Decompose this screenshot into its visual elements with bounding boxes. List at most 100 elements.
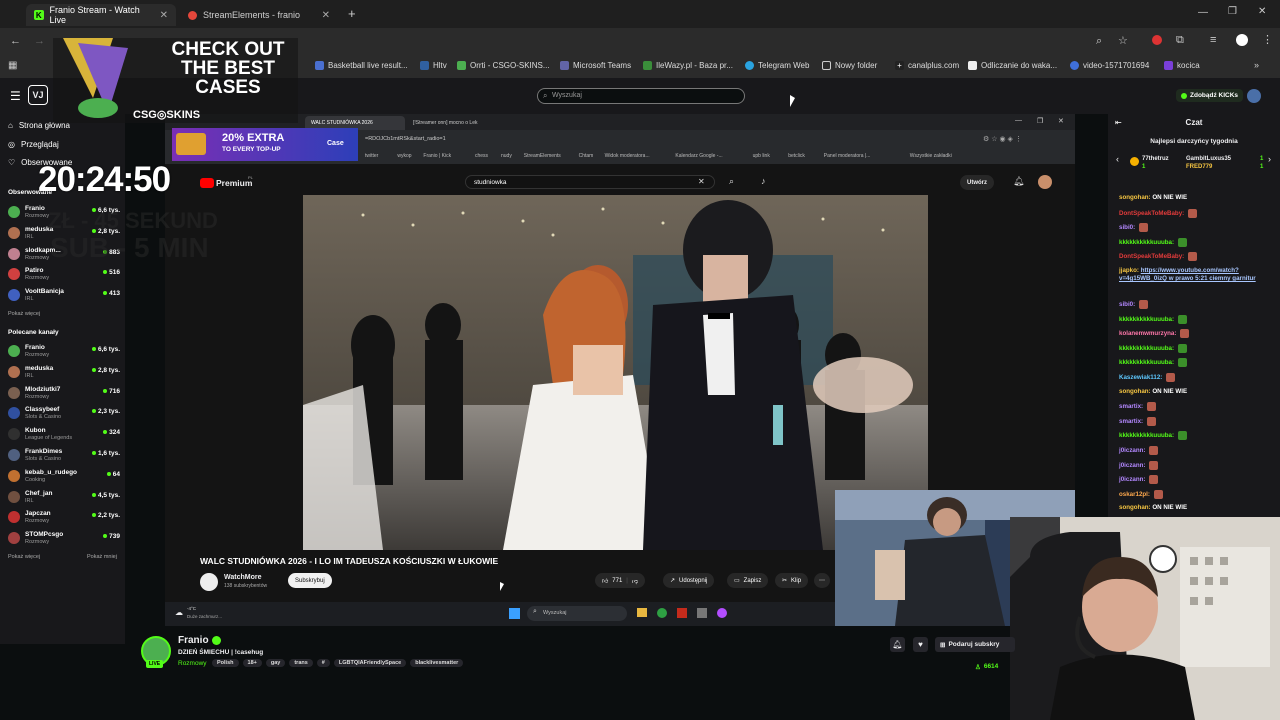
chat-username[interactable]: oskar12pl:	[1119, 491, 1150, 498]
sidebar-channel-item[interactable]: Japczan Rozmowy 2,2 tys.	[8, 509, 120, 527]
show-more-link[interactable]: Pokaż więcej	[8, 554, 40, 560]
tab-streamelements[interactable]: StreamElements - franio ✕	[180, 4, 338, 26]
extensions-puzzle-icon[interactable]: ⧉	[1176, 34, 1184, 47]
chat-username[interactable]: sibi0:	[1119, 301, 1135, 308]
stream-tag[interactable]: 18+	[242, 659, 262, 667]
follow-heart-button[interactable]: ♥	[913, 637, 928, 652]
notification-bell-button[interactable]: 🔔︎	[890, 637, 905, 652]
menu-dots-icon[interactable]: ⋮	[1262, 33, 1273, 46]
bookmark-item[interactable]: Telegram Web	[745, 61, 809, 70]
bookmark-star-icon[interactable]: ☆	[1118, 34, 1128, 47]
channel-name: FrankDimes	[25, 448, 63, 455]
chat-username[interactable]: songohan:	[1119, 388, 1151, 395]
hamburger-menu-icon[interactable]: ☰	[10, 89, 21, 103]
stream-tag[interactable]: gay	[265, 659, 286, 667]
chevron-left-icon[interactable]: ‹	[1116, 154, 1119, 164]
channel-avatar	[8, 289, 20, 302]
channel-avatar	[8, 247, 20, 260]
chat-username[interactable]: Kaszewiak112:	[1119, 374, 1162, 381]
sidebar-channel-item[interactable]: Mlodziutki7 Rozmowy 716	[8, 385, 120, 403]
apps-grid-icon[interactable]: ▦	[8, 60, 17, 71]
close-tab-icon[interactable]: ✕	[322, 10, 330, 21]
bookmark-item[interactable]: Orrti - CSGO-SKINS...	[457, 61, 550, 70]
bookmark-item[interactable]: IleWazy.pl - Baza pr...	[643, 61, 733, 70]
channel-name: Classybeef	[25, 406, 60, 414]
inner-url: =RDOJCb1mtRSk&start_radio=1	[365, 136, 446, 142]
inner-tab-2: [!Streamer onn] mocno o Lek	[413, 120, 478, 126]
close-window-icon[interactable]: ✕	[1258, 6, 1266, 17]
bookmark-item[interactable]: video-1571701694	[1070, 61, 1149, 70]
tab-franio-stream[interactable]: K Franio Stream - Watch Live ✕	[26, 4, 176, 26]
chat-username[interactable]: kkkkkkkkkkuuuba:	[1119, 345, 1174, 352]
extension-icon[interactable]	[1152, 35, 1162, 45]
chat-username[interactable]: kkkkkkkkkkuuuba:	[1119, 433, 1174, 440]
sidebar-channel-item[interactable]: Chef_jan IRL 4,5 tys.	[8, 489, 120, 507]
bookmark-item[interactable]: + canalplus.com	[895, 61, 959, 70]
chevron-right-icon[interactable]: ›	[1268, 154, 1271, 164]
sidebar-channel-item[interactable]: kebab_u_rudego Cooking 64	[8, 468, 120, 486]
stream-category[interactable]: Rozmowy	[178, 660, 207, 667]
minimize-window-icon[interactable]: —	[1198, 7, 1208, 18]
bookmark-item[interactable]: Nowy folder	[822, 61, 877, 70]
user-avatar[interactable]	[1247, 89, 1261, 103]
nav-browse[interactable]: ◎ Przeglądaj	[8, 140, 59, 149]
channel-name: Chef_jan	[25, 489, 53, 497]
forward-arrow-icon[interactable]: →	[34, 35, 45, 47]
zoom-icon[interactable]: ⌕	[1096, 35, 1102, 48]
thumbs-down-icon: 👎︎	[631, 578, 638, 585]
chat-username[interactable]: kkkkkkkkkkuuuba:	[1119, 316, 1174, 323]
chat-username[interactable]: DontSpeakToMeBaby:	[1119, 254, 1184, 261]
bookmark-item[interactable]: kocica	[1164, 61, 1200, 70]
chat-username[interactable]: j0iczann:	[1119, 447, 1145, 454]
chat-username[interactable]: smartix:	[1119, 418, 1143, 425]
bookmark-item[interactable]: Hltv	[420, 61, 447, 70]
kick-logo-icon[interactable]: VJ	[28, 85, 48, 105]
gift-subscription-button[interactable]: ⊞ Podaruj subskry	[935, 637, 1015, 652]
more-bookmarks-icon[interactable]: »	[1254, 60, 1259, 70]
media-icon[interactable]: ≡	[1210, 34, 1216, 46]
chat-username[interactable]: sibi0:	[1119, 224, 1135, 231]
chat-username[interactable]: j0iczann:	[1119, 476, 1145, 483]
chat-username[interactable]: j0iczann:	[1119, 462, 1145, 469]
sidebar-channel-item[interactable]: FrankDimes Slots & Casino 1,6 tys.	[8, 447, 120, 465]
chat-username[interactable]: smartix:	[1119, 403, 1143, 410]
chat-username[interactable]: kkkkkkkkkkuuuba:	[1119, 360, 1174, 367]
back-arrow-icon[interactable]: ←	[10, 35, 21, 47]
sidebar-channel-item[interactable]: Patiro Rozmowy 516	[8, 266, 120, 284]
chat-username[interactable]: kolanemwmurzyna:	[1119, 330, 1176, 337]
chat-username[interactable]: songohan:	[1119, 504, 1151, 511]
stream-tag[interactable]: blacklivesmatter	[410, 659, 464, 667]
stream-tag[interactable]: trans	[289, 659, 313, 667]
sidebar-channel-item[interactable]: meduska IRL 2,8 tys.	[8, 364, 120, 382]
new-tab-button[interactable]: +	[348, 6, 356, 21]
youtube-subscribe-button: Subskrybuj	[288, 573, 332, 588]
show-more-link[interactable]: Pokaż więcej	[8, 311, 40, 317]
profile-avatar[interactable]	[1236, 34, 1248, 46]
stream-tag[interactable]: #	[316, 659, 330, 667]
channel-name: VooltBanicja	[25, 288, 64, 296]
close-tab-icon[interactable]: ✕	[160, 10, 168, 21]
sidebar-channel-item[interactable]: Kubon League of Legends 324	[8, 426, 120, 444]
chat-username[interactable]: songohan:	[1119, 194, 1151, 201]
sidebar-channel-item[interactable]: STOMPcsgo Rozmowy 739	[8, 530, 120, 548]
get-kicks-button[interactable]: Zdobądź KICKs	[1176, 89, 1244, 102]
sidebar-channel-item[interactable]: VooltBanicja IRL 413	[8, 287, 120, 305]
chat-username[interactable]: kkkkkkkkkkuuuba:	[1119, 239, 1174, 246]
chat-message: kolanemwmurzyna:	[1119, 329, 1279, 339]
bookmark-item[interactable]: Basketball live result...	[315, 61, 408, 70]
sidebar-channel-item[interactable]: Classybeef Slots & Casino 2,3 tys.	[8, 405, 120, 423]
bookmark-item[interactable]: Odliczanie do waka...	[968, 61, 1057, 70]
stream-tag[interactable]: Polish	[212, 659, 239, 667]
bookmark-item[interactable]: Microsoft Teams	[560, 61, 631, 70]
chat-username[interactable]: DontSpeakToMeBaby:	[1119, 210, 1184, 217]
channel-name: STOMPcsgo	[25, 531, 64, 539]
streamer-name[interactable]: Franio	[178, 635, 209, 646]
search-input[interactable]: ⌕ Wyszukaj	[537, 88, 745, 104]
channel-name: meduska	[25, 364, 54, 372]
chat-username[interactable]: jjapko:	[1119, 267, 1139, 274]
live-badge: LIVE	[146, 660, 164, 668]
maximize-window-icon[interactable]: ❐	[1228, 6, 1237, 17]
sidebar-channel-item[interactable]: Franio Rozmowy 6,6 tys.	[8, 343, 120, 361]
stream-tag[interactable]: LGBTQIAFriendlySpace	[333, 659, 407, 667]
show-less-link[interactable]: Pokaż mniej	[87, 554, 117, 560]
